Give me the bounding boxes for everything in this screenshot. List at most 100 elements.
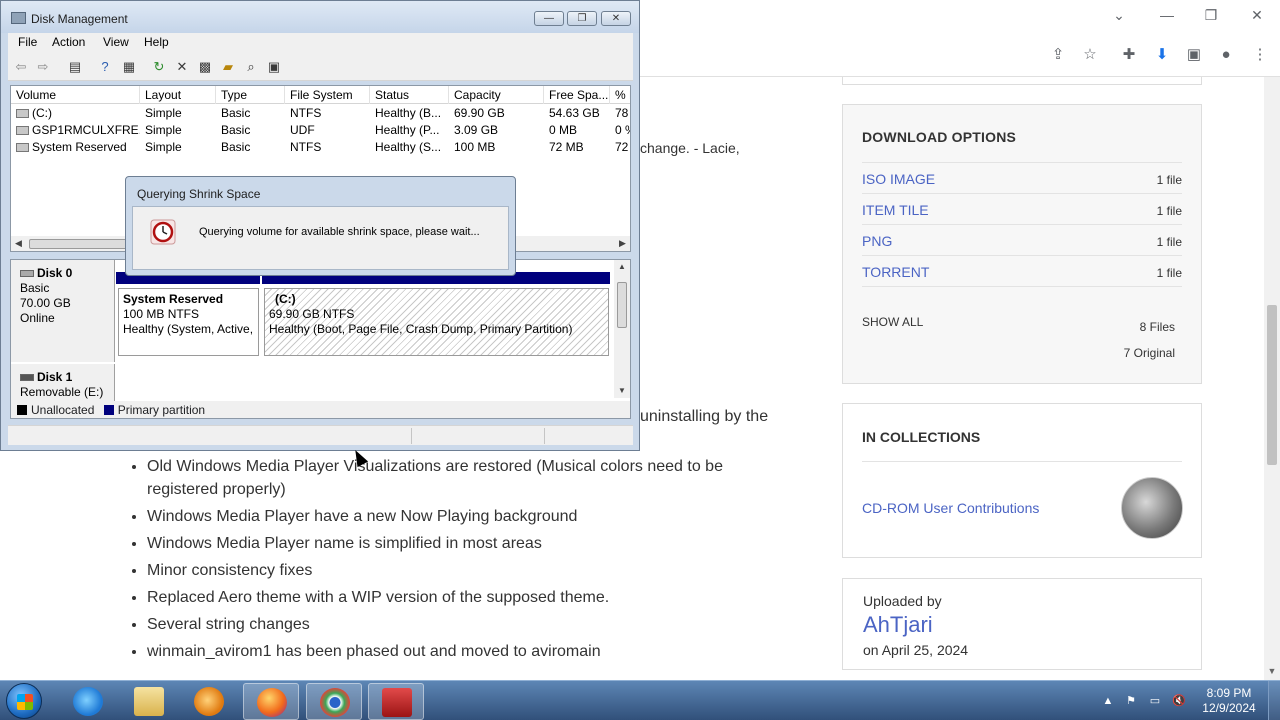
file-count: 1 file	[1156, 204, 1182, 218]
taskbar-internet-explorer[interactable]	[60, 683, 116, 720]
removable-disk-icon	[20, 374, 34, 381]
column-type[interactable]: Type	[216, 86, 285, 104]
minimize-button[interactable]: —	[534, 11, 564, 26]
disk0-label[interactable]: Disk 0 Basic 70.00 GB Online	[11, 260, 115, 362]
scroll-right-icon[interactable]: ▶	[619, 238, 626, 249]
network-icon[interactable]: ▭	[1147, 694, 1163, 708]
scroll-down-arrow-icon[interactable]: ▼	[1264, 664, 1280, 678]
restore-icon[interactable]: ❐	[1200, 6, 1222, 24]
collection-thumbnail[interactable]	[1121, 477, 1183, 539]
show-hidden-icons-icon[interactable]: ▲	[1100, 694, 1116, 708]
querying-shrink-dialog: Querying Shrink Space Querying volume fo…	[125, 176, 516, 276]
maximize-button[interactable]: ❐	[567, 11, 597, 26]
window-title: Disk Management	[31, 12, 128, 26]
status-separator	[544, 428, 545, 444]
menu-help[interactable]: Help	[144, 35, 169, 49]
close-icon[interactable]: ✕	[1246, 6, 1268, 24]
refresh-icon[interactable]: ↻	[150, 58, 168, 76]
extensions-icon[interactable]: ✚	[1118, 44, 1140, 66]
table-row[interactable]: System Reserved Simple Basic NTFS Health…	[11, 139, 630, 156]
scrollbar-thumb[interactable]	[29, 239, 129, 249]
table-row[interactable]: GSP1RMCULXFRE... Simple Basic UDF Health…	[11, 122, 630, 139]
partition-size: 69.90 GB NTFS	[269, 307, 355, 321]
system-clock[interactable]: 8:09 PM 12/9/2024	[1196, 686, 1262, 716]
status-bar	[8, 425, 633, 445]
scroll-down-icon[interactable]: ▼	[618, 386, 626, 395]
column-capacity[interactable]: Capacity	[449, 86, 544, 104]
percent-cell: 72	[615, 140, 629, 154]
star-icon[interactable]: ☆	[1079, 44, 1101, 66]
column-free-space[interactable]: Free Spa...	[544, 86, 610, 104]
file-count: 1 file	[1156, 173, 1182, 187]
scroll-up-icon[interactable]: ▲	[618, 262, 626, 271]
menu-icon[interactable]: ⋮	[1249, 44, 1271, 66]
help-icon[interactable]: ?	[96, 58, 114, 76]
description-fragment: change. - Lacie,	[640, 140, 740, 156]
toolbox-icon	[382, 688, 412, 717]
column-volume[interactable]: Volume	[11, 86, 140, 104]
column-percent-free[interactable]: % F	[610, 86, 630, 104]
delete-icon[interactable]: ✕	[173, 58, 191, 76]
collection-link[interactable]: CD-ROM User Contributions	[862, 500, 1039, 516]
vertical-scrollbar[interactable]: ▲ ▼	[614, 260, 630, 398]
start-button[interactable]	[6, 683, 42, 719]
dialog-message: Querying volume for available shrink spa…	[199, 226, 480, 238]
share-icon[interactable]: ⇪	[1047, 44, 1069, 66]
disk1-label[interactable]: Disk 1 Removable (E:)	[11, 364, 115, 401]
dialog-title: Querying Shrink Space	[137, 187, 261, 201]
partition-name: System Reserved	[123, 292, 224, 306]
download-link-item-tile[interactable]: ITEM TILE	[862, 202, 929, 218]
column-status[interactable]: Status	[370, 86, 449, 104]
taskbar-media-player[interactable]	[181, 683, 237, 720]
search-icon[interactable]: ⌕	[242, 58, 260, 76]
percent-cell: 78	[615, 106, 629, 120]
sidepanel-icon[interactable]: ▣	[1183, 44, 1205, 66]
internet-explorer-icon	[73, 687, 103, 716]
download-link-iso[interactable]: ISO IMAGE	[862, 171, 935, 187]
show-all-link[interactable]: SHOW ALL	[862, 315, 923, 329]
disc-drive-icon	[16, 126, 29, 135]
uploader-link[interactable]: AhTjari	[863, 612, 933, 638]
download-icon[interactable]: ⬇	[1151, 44, 1173, 66]
download-link-torrent[interactable]: TORRENT	[862, 264, 929, 280]
partition-status: Healthy (Boot, Page File, Crash Dump, Pr…	[269, 322, 573, 336]
menu-action[interactable]: Action	[52, 35, 85, 49]
view-icon[interactable]: ▣	[265, 58, 283, 76]
column-layout[interactable]: Layout	[140, 86, 216, 104]
forward-icon[interactable]: ⇨	[34, 58, 52, 76]
total-files-count: 8 Files	[1139, 320, 1175, 334]
taskbar-toolbox-app[interactable]	[368, 683, 424, 720]
scroll-left-icon[interactable]: ◀	[15, 238, 22, 249]
page-scrollbar-thumb[interactable]	[1267, 305, 1277, 465]
scrollbar-thumb[interactable]	[617, 282, 627, 328]
profile-icon[interactable]: ●	[1215, 44, 1237, 66]
volume-muted-icon[interactable]: 🔇	[1171, 694, 1187, 708]
partition-system-reserved[interactable]: System Reserved 100 MB NTFS Healthy (Sys…	[118, 288, 259, 356]
window-titlebar[interactable]: Disk Management — ❐ ✕	[1, 1, 639, 33]
windows-logo-icon	[17, 694, 33, 710]
toolbar: ⇦ ⇨ ▤ ? ▦ ↻ ✕ ▩ ▰ ⌕ ▣	[8, 53, 633, 81]
taskbar-firefox[interactable]	[243, 683, 299, 720]
back-icon[interactable]: ⇦	[12, 58, 30, 76]
taskbar-chrome-app[interactable]	[306, 683, 362, 720]
settings-icon[interactable]: ▩	[196, 58, 214, 76]
show-desktop-button[interactable]	[1268, 681, 1280, 720]
show-hide-tree-icon[interactable]: ▤	[66, 58, 84, 76]
properties-icon[interactable]: ▦	[120, 58, 138, 76]
status-separator	[411, 428, 412, 444]
download-link-png[interactable]: PNG	[862, 233, 892, 249]
type-cell: Basic	[221, 123, 251, 137]
table-row[interactable]: (C:) Simple Basic NTFS Healthy (B... 69.…	[11, 105, 630, 122]
partition-c[interactable]: (C:) 69.90 GB NTFS Healthy (Boot, Page F…	[264, 288, 609, 356]
tab-search-icon[interactable]: ⌄	[1108, 6, 1130, 24]
menu-view[interactable]: View	[103, 35, 129, 49]
disk-state: Online	[20, 311, 55, 325]
menu-file[interactable]: File	[18, 35, 37, 49]
close-button[interactable]: ✕	[601, 11, 631, 26]
list-item: Minor consistency fixes	[147, 559, 748, 582]
minimize-icon[interactable]: —	[1156, 6, 1178, 24]
open-icon[interactable]: ▰	[219, 58, 237, 76]
action-center-flag-icon[interactable]: ⚑	[1123, 694, 1139, 708]
taskbar-file-explorer[interactable]	[121, 683, 177, 720]
column-file-system[interactable]: File System	[285, 86, 370, 104]
